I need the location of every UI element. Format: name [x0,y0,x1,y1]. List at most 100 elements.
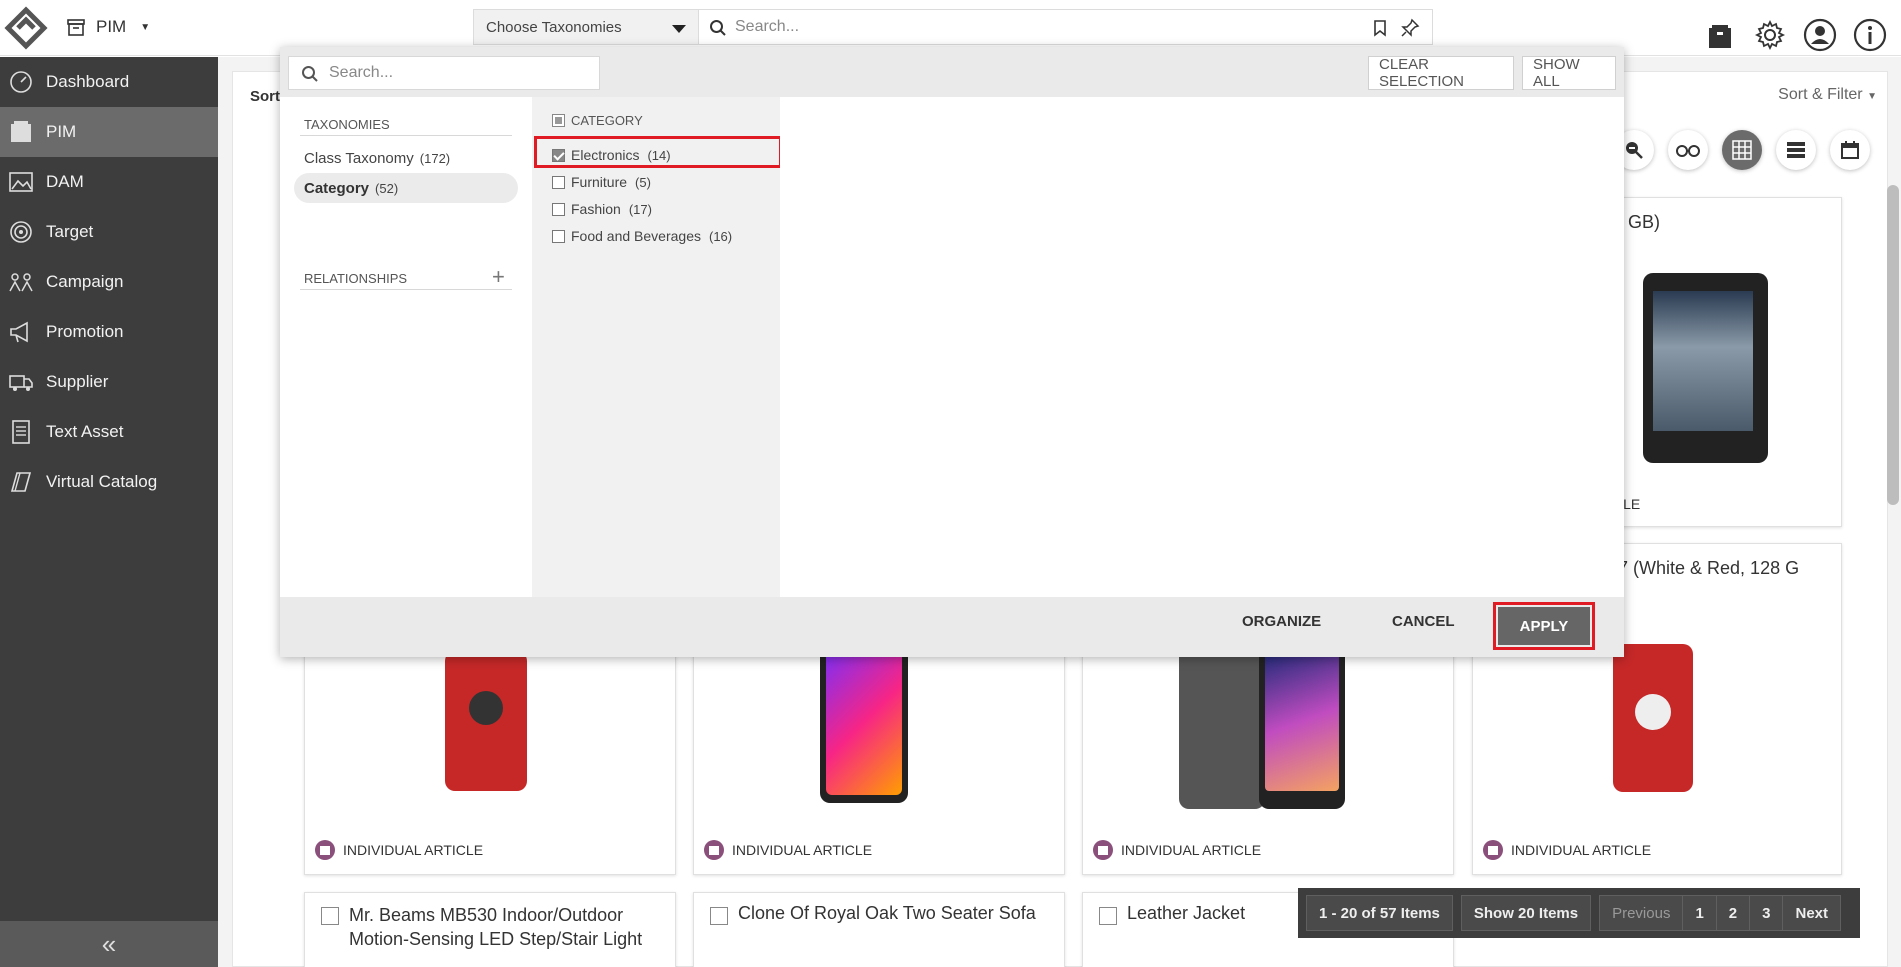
truck-icon [9,375,33,391]
card-type: INDIVIDUAL ARTICLE [1093,840,1261,860]
category-tree: CATEGORY Electronics (14) Furniture (5) Fa… [532,97,782,597]
card-title: e 7 (White & Red, 128 G [1603,558,1800,578]
select-checkbox[interactable] [710,907,728,925]
glasses-icon[interactable] [1668,130,1708,170]
document-icon [12,420,30,444]
search-icon [302,66,318,82]
clear-selection-button[interactable]: CLEAR SELECTION [1368,56,1514,90]
campaign-icon [9,273,33,292]
card-type-label: INDIVIDUAL ARTICLE [343,842,484,858]
select-checkbox[interactable] [321,907,339,925]
taxonomy-item-class-taxonomy[interactable]: Class Taxonomy (172) [294,143,518,173]
sidebar-item-pim[interactable]: PIM [0,107,218,157]
sidebar-item-supplier[interactable]: Supplier [0,357,218,407]
category-checkbox[interactable] [552,202,565,216]
category-item-fashion[interactable]: Fashion (17) [552,201,652,217]
product-image [1613,644,1693,792]
taxonomy-select-label: Choose Taxonomies [486,18,622,36]
product-image [445,651,527,791]
sort-filter-toggle[interactable]: Sort & Filter ▼ [1778,86,1877,104]
taxonomy-item-category[interactable]: Category (52) [294,173,518,203]
item-count: 1 - 20 of 57 Items [1306,895,1453,931]
sidebar-item-dashboard[interactable]: Dashboard [0,57,218,107]
sidebar-item-dam[interactable]: DAM [0,157,218,207]
relationships-header: RELATIONSHIPS [304,271,408,286]
page-3-button[interactable]: 3 [1749,895,1783,931]
app-switcher[interactable]: PIM ▼ [66,12,150,42]
taxonomy-search-input[interactable] [329,57,589,89]
scrollbar[interactable] [1887,185,1899,505]
product-image [1643,273,1768,463]
previous-page-button[interactable]: Previous [1599,895,1683,931]
list-view-icon[interactable] [1776,130,1816,170]
sidebar-item-label: Text Asset [46,422,124,441]
pin-icon[interactable] [1400,18,1420,38]
pim-module-icon[interactable] [1703,14,1737,62]
organize-button[interactable]: ORGANIZE [1242,613,1321,630]
product-image [1259,641,1345,809]
global-search [699,9,1433,45]
dropdown-arrow-icon [672,25,686,33]
cancel-button[interactable]: CANCEL [1392,613,1455,630]
sidebar-item-label: PIM [46,122,77,141]
product-card[interactable]: Clone Of Royal Oak Two Seater Sofa [693,892,1065,967]
page-1-button[interactable]: 1 [1682,895,1716,931]
category-item-food-and-beverages[interactable]: Food and Beverages (16) [552,228,732,244]
image-icon [9,172,33,192]
show-all-button[interactable]: SHOW ALL [1522,56,1616,90]
taxonomy-label: Class Taxonomy [304,149,414,167]
sidebar-item-label: Supplier [46,372,109,391]
app-name: PIM [96,17,127,36]
sidebar-item-text-asset[interactable]: Text Asset [0,407,218,457]
page-2-button[interactable]: 2 [1715,895,1750,931]
category-item-furniture[interactable]: Furniture (5) [552,174,651,190]
product-card[interactable]: Mr. Beams MB530 Indoor/Outdoor Motion-Se… [304,892,676,967]
subcategory-area [780,97,1624,597]
sort-label[interactable]: Sort [250,88,280,105]
global-search-input[interactable] [735,10,1335,44]
highlight-box [1493,602,1595,650]
sidebar-item-label: Dashboard [46,72,130,91]
page-size-select[interactable]: Show 20 Items [1460,895,1592,931]
sidebar-item-label: Campaign [46,272,124,291]
card-type-label: INDIVIDUAL ARTICLE [732,842,873,858]
collapse-sidebar-button[interactable]: « [0,921,218,967]
card-type: INDIVIDUAL ARTICLE [704,840,872,860]
taxonomy-search [288,56,600,90]
next-page-button[interactable]: Next [1782,895,1841,931]
settings-gear-icon[interactable] [1753,18,1787,52]
collapse-square-icon[interactable] [552,114,565,127]
sidebar-item-virtual-catalog[interactable]: Virtual Catalog [0,457,218,507]
pim-icon [11,121,31,142]
category-count: (17) [628,201,652,217]
category-checkbox[interactable] [552,229,565,243]
taxonomy-select[interactable]: Choose Taxonomies [473,9,699,45]
user-profile-icon[interactable] [1803,18,1837,52]
caret-down-icon: ▼ [1867,91,1877,102]
divider [300,135,512,136]
card-title: Leather Jacket [1127,903,1246,923]
add-relationship-icon[interactable]: + [492,266,505,288]
sidebar-item-label: Virtual Catalog [46,472,158,491]
taxonomy-count: (172) [419,150,451,166]
divider [300,289,512,290]
sidebar-item-campaign[interactable]: Campaign [0,257,218,307]
bookmark-icon[interactable] [1372,19,1388,37]
category-label: Food and Beverages [571,228,701,244]
taxonomy-label: Category [304,179,370,197]
taxonomy-count: (52) [375,180,399,196]
card-type: INDIVIDUAL ARTICLE [1483,840,1651,860]
taxonomy-panel: CLEAR SELECTION SHOW ALL TAXONOMIES Clas… [280,47,1624,657]
target-icon [10,221,32,243]
app-logo-icon[interactable] [4,6,48,50]
category-checkbox[interactable] [552,175,565,189]
grid-view-icon[interactable] [1722,130,1762,170]
article-icon [315,840,335,860]
article-icon [1483,840,1503,860]
calendar-icon[interactable] [1830,130,1870,170]
sidebar-item-target[interactable]: Target [0,207,218,257]
select-checkbox[interactable] [1099,907,1117,925]
highlight-box [534,136,782,168]
info-icon[interactable] [1853,18,1887,52]
sidebar-item-promotion[interactable]: Promotion [0,307,218,357]
